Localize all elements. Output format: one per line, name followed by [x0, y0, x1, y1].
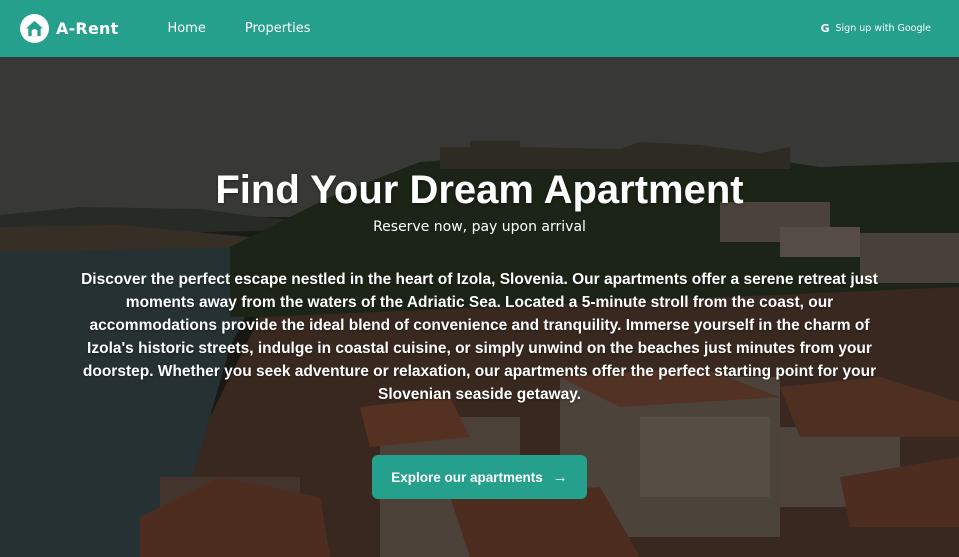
nav-link-properties[interactable]: Properties: [245, 21, 311, 36]
explore-apartments-label: Explore our apartments: [391, 469, 543, 485]
hero-section: Find Your Dream Apartment Reserve now, p…: [0, 57, 959, 557]
hero-title: Find Your Dream Apartment: [215, 168, 744, 212]
hero-description: Discover the perfect escape nestled in t…: [81, 271, 878, 403]
house-logo-icon: [20, 14, 49, 43]
brand-name: A-Rent: [56, 19, 119, 38]
brand[interactable]: A-Rent: [20, 14, 118, 43]
nav-link-home[interactable]: Home: [167, 21, 205, 36]
google-signup-label: Sign up with Google: [835, 23, 932, 34]
top-navbar: A-Rent Home Properties G Sign up with Go…: [0, 0, 959, 57]
arrow-right-icon: →: [552, 468, 568, 486]
google-icon: G: [820, 22, 830, 35]
hero-subtitle: Reserve now, pay upon arrival: [373, 219, 586, 235]
google-signup-button[interactable]: G Sign up with Google: [820, 22, 931, 35]
explore-apartments-button[interactable]: Explore our apartments →: [372, 455, 587, 499]
